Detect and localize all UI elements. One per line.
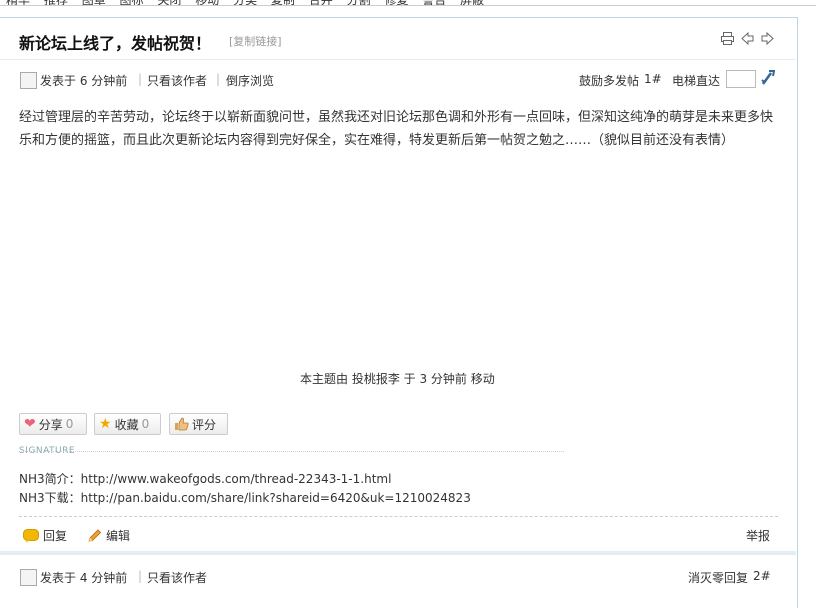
print-icon[interactable] [720,31,735,46]
user-tag: 消灭零回复 [688,571,749,585]
post-content: 经过管理层的辛苦劳动，论坛终于以崭新面貌问世，虽然我还对旧论坛那色调和外形有一点… [19,110,774,148]
moved-notice: 本主题由 投桃报李 于 3 分钟前 移动 [300,372,495,386]
separator: | [138,569,143,583]
report-link[interactable]: 举报 [746,527,770,544]
mod-link[interactable]: 屏蔽 [460,0,484,5]
mod-link[interactable]: 合并 [309,0,333,5]
separator: | [216,72,221,86]
share-button[interactable]: ❤ 分享 0 [19,413,87,435]
thread-title: 新论坛上线了，发帖祝贺！ [19,34,212,53]
post-header: 发表于 4 分钟前 | 只看该作者 消灭零回复 2# [0,565,796,589]
elevator-input[interactable] [726,70,756,88]
edit-pencil-icon [87,528,102,543]
mod-link[interactable]: 关闭 [157,0,181,5]
mod-link[interactable]: 分类 [233,0,257,5]
mod-link[interactable]: 警告 [422,0,446,5]
copy-link[interactable]: [复制链接] [229,33,282,49]
mod-link[interactable]: 图标 [120,0,144,5]
reply-button[interactable]: 回复 [23,527,67,544]
mod-link[interactable]: 精华 [6,0,30,5]
elevator-go-icon[interactable] [760,69,776,87]
reverse-order-link[interactable]: 倒序浏览 [226,72,274,89]
rate-label: 评分 [192,417,217,432]
signature-divider [19,451,564,452]
mod-link[interactable]: 分割 [347,0,371,5]
favorite-count: 0 [141,417,150,431]
avatar[interactable] [20,72,37,89]
floor-number[interactable]: 1# [644,72,662,86]
favorite-label: 收藏 [114,417,139,432]
separator: | [138,72,143,86]
thumb-up-icon [174,417,189,431]
edit-label: 编辑 [106,529,131,543]
reply-icon [23,528,39,543]
post-header: 发表于 6 分钟前 | 只看该作者 | 倒序浏览 鼓励多发帖 1# 电梯直达 [0,68,796,92]
star-icon: ★ [99,416,112,432]
next-thread-icon[interactable] [760,31,775,46]
only-author-link[interactable]: 只看该作者 [147,569,207,586]
post-time: 发表于 4 分钟前 [40,571,128,585]
mod-link[interactable]: 修复 [384,0,408,5]
elevator-label: 电梯直达 [672,74,721,88]
avatar[interactable] [20,569,37,586]
mod-link[interactable]: 推荐 [44,0,68,5]
edit-button[interactable]: 编辑 [87,527,130,544]
favorite-button[interactable]: ★ 收藏 0 [94,413,161,435]
rate-button[interactable]: 评分 [169,413,228,435]
share-count: 0 [65,417,74,431]
moderation-toolbar: 精华 推荐 图章 图标 关闭 移动 分类 复制 合并 分割 修复 警告 屏蔽 [0,0,816,6]
reply-label: 回复 [43,529,68,543]
floor-number[interactable]: 2# [753,569,771,583]
mod-link[interactable]: 图章 [82,0,106,5]
signature-line[interactable]: NH3下载：http://pan.baidu.com/share/link?sh… [19,489,471,506]
only-author-link[interactable]: 只看该作者 [147,72,207,89]
footer-divider [19,516,778,517]
user-tag: 鼓励多发帖 [579,74,640,88]
heart-icon: ❤ [24,416,36,432]
post-separator [0,551,796,555]
signature-line[interactable]: NH3简介：http://www.wakeofgods.com/thread-2… [19,470,391,487]
prev-thread-icon[interactable] [740,31,755,46]
mod-link[interactable]: 复制 [271,0,295,5]
post-time: 发表于 6 分钟前 [40,74,128,88]
share-label: 分享 [38,417,63,432]
mod-link[interactable]: 移动 [195,0,219,5]
